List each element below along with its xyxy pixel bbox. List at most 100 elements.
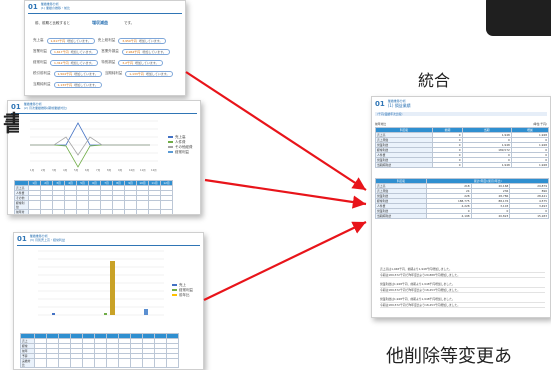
row-header-cell: 前年対比 — [14, 209, 29, 214]
x-tick-label: 11月 — [140, 168, 146, 172]
table1-unit: (単位:千円) — [532, 122, 547, 126]
table-row: 当期純利益 0 1,948 1,948 — [374, 162, 550, 168]
pill-value: 1,617千円 — [54, 49, 69, 54]
row-label: 営業利益 — [33, 49, 47, 53]
pill-text: 増加しています。 — [145, 71, 170, 76]
table-cell — [100, 209, 113, 214]
legend-label: 前年比 — [179, 293, 190, 297]
bar-small-2 — [104, 313, 107, 315]
table-cell — [58, 358, 71, 368]
legend-item: 前年比 — [172, 293, 193, 298]
x-tick-label: 3月 — [52, 168, 57, 172]
arrow-from-summary — [185, 71, 367, 191]
monthly-table-wrap: 1月 2月 3月 4月 5月 6月 7月 8月 9月 10月 11月 12月 売上高 人件費 その他 経常利益… — [14, 180, 173, 214]
table-cell — [82, 358, 95, 368]
table-cell — [52, 200, 65, 210]
table-cell: 15,183 — [509, 213, 549, 219]
page-header: 01 業績推移分析 (1) 損益業績 — [372, 97, 550, 112]
pill-value: 2,964千円 — [125, 49, 141, 54]
bar-table: 売上 経常 前年 予算 実績対比 — [20, 333, 179, 368]
legend-item: 経常利益 — [168, 150, 193, 155]
x-tick-label: 6月 — [85, 168, 90, 172]
report-page-merged: 01 業績推移分析 (1) 損益業績 (千円/業績年次比較) 前年対比 (単位:… — [371, 96, 551, 318]
table-cell — [76, 200, 89, 210]
table-cell — [160, 200, 173, 210]
table-cell: 4,198 — [426, 213, 472, 219]
x-tick-label: 5月 — [74, 168, 79, 172]
table-cell — [100, 200, 113, 210]
pill-value: 1,312千円 — [54, 60, 69, 65]
page-number: 01 — [17, 234, 27, 243]
legend-swatch — [172, 289, 177, 291]
profit-comparison-table: 科目名 前期 当期 増減 売上高 0 1,948 1,948 売上原価 0 0 0 営業利益 0 1,948… — [374, 127, 550, 168]
pill-text: 増加しています。 — [67, 38, 91, 43]
bar-small-1 — [52, 313, 55, 315]
row-label: 営業外損益 — [101, 49, 119, 53]
page-number: 01 — [28, 2, 38, 11]
value-pill: 2,964千円 増加しています。 — [121, 48, 170, 55]
header-rule — [28, 13, 182, 14]
x-tick-label: 1月 — [30, 168, 35, 172]
page-header: 01 業績推移分析 (1) 業績の推移・前比 — [25, 1, 185, 13]
summary-row: 当期純利益 1,133千円 増加しています。 — [33, 81, 179, 88]
row-label: 当期純利益 — [104, 71, 123, 75]
legend-swatch — [168, 136, 173, 138]
row-label: 特別損益 — [101, 60, 116, 64]
table-cell — [46, 358, 59, 368]
table-cell — [106, 358, 119, 368]
x-tick-label: 9月 — [118, 168, 123, 172]
report-page-bar-chart: 01 業績推移分析 (3) 月別売上高・経常利益 売上 経常利益 前年比 売上 経常前… — [13, 232, 204, 370]
series-line-b — [30, 144, 150, 168]
table-cell — [136, 209, 149, 214]
pill-value: 1,504千円 — [57, 71, 73, 76]
value-pill: 1,617千円 増加しています。 — [46, 37, 95, 44]
value-pill: 1,312千円 増加しています。 — [50, 59, 99, 66]
commentary-notes: 売上高は1,948千円、前期より1,948千円増加しました。 今期は189,572… — [380, 267, 545, 312]
bottom-note-text: 他削除等変更あ — [386, 346, 512, 367]
legend-label: 売上高 — [175, 135, 186, 139]
legend-swatch — [168, 151, 173, 153]
summary-row: 営業利益 1,617千円 増加しています。 営業外損益 2,964千円 増加しています。 — [33, 48, 179, 55]
value-pill: 1,133千円 増加しています。 — [125, 70, 174, 77]
summary-row: 税引前利益 1,504千円 増加しています。 当期純利益 1,133千円 増加しています。 — [33, 70, 179, 77]
pill-value: 1,133千円 — [57, 82, 73, 87]
page-subtitle: (3) 月別売上高・経常利益 — [29, 238, 65, 242]
row-label: 売上総利益 — [97, 38, 116, 42]
table-cell — [130, 358, 143, 368]
note-line: 今期は189,572千円で昨年度比より18,453千円増加しました。 — [380, 303, 545, 308]
table-row: 経常利益 — [14, 200, 173, 210]
bar-table-wrap: 売上 経常 前年 予算 実績対比 — [20, 333, 179, 368]
row-label: 当期純利益 — [33, 82, 51, 86]
merged-subtitle-band: (千円/業績年次比較) — [375, 112, 547, 116]
page-header: 01 業績推移分析 (2) 月次業績推移(期前業績対比) — [8, 101, 200, 113]
page-header: 01 業績推移分析 (3) 月別売上高・経常利益 — [14, 233, 203, 245]
table-cell — [64, 209, 77, 214]
chart-legend: 売上高 人件費 その他経費 経常利益 — [168, 135, 193, 155]
row-label: 売上高 — [33, 38, 44, 42]
report-page-line-chart: 01 業績推移分析 (2) 月次業績推移(期前業績対比) 1月 2月 3月 4月 5月 6… — [7, 100, 201, 215]
pill-text: 増加しています。 — [142, 49, 166, 54]
table-cell — [88, 209, 101, 214]
x-tick-label: 12月 — [151, 168, 157, 172]
pill-text: 増加しています。 — [135, 60, 159, 65]
table-cell: 1,948 — [461, 162, 512, 168]
note-line: 今期は189,572千円で昨年度比より18,453千円増加しました。 — [380, 288, 545, 293]
chart-legend: 売上 経常利益 前年比 — [172, 283, 193, 298]
arrow-from-line-chart — [204, 178, 367, 209]
page-subtitle: (1) 業績の推移・前比 — [40, 6, 70, 10]
table-cell — [76, 209, 89, 214]
table-cell — [160, 209, 173, 214]
table-cell — [34, 358, 47, 368]
legend-label: その他経費 — [175, 145, 193, 149]
table1-title: 前年対比 — [375, 122, 387, 126]
table1-wrap: 科目名 前期 当期 増減 売上高 0 1,948 1,948 売上原価 0 0 0 営業利益 0 1,948… — [374, 127, 550, 168]
table-row: 実績対比 — [20, 358, 179, 368]
value-pill: 1,133千円 増加しています。 — [53, 81, 102, 88]
corner-dark-button[interactable] — [486, 0, 551, 36]
report-page-summary: 01 業績推移分析 (1) 業績の推移・前比 前、前期と比較すると 増収減益 です。… — [24, 0, 186, 96]
x-tick-label: 2月 — [41, 168, 46, 172]
row-header-cell: 当期純利益 — [374, 213, 428, 219]
row-header-cell: 実績対比 — [20, 358, 35, 368]
table-cell — [154, 358, 167, 368]
table-cell — [64, 200, 77, 210]
